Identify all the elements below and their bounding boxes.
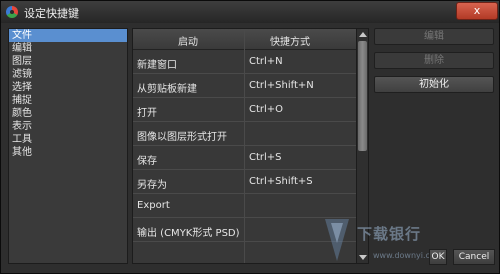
- row-action: Export: [137, 200, 170, 211]
- row-action: 图像以图层形式打开: [137, 132, 227, 143]
- row-shortcut: Ctrl+Shift+S: [249, 176, 313, 187]
- category-item-filter[interactable]: 滤镜: [9, 68, 127, 81]
- row-action: 从剪贴板新建: [137, 84, 197, 95]
- scroll-thumb[interactable]: [358, 41, 367, 151]
- category-item-file[interactable]: 文件: [9, 29, 127, 42]
- row-shortcut: Ctrl+N: [249, 56, 283, 67]
- table-row[interactable]: 另存为 Ctrl+Shift+S: [133, 170, 356, 194]
- table-row[interactable]: 图像以图层形式打开: [133, 122, 356, 146]
- row-shortcut: Ctrl+Shift+N: [249, 80, 314, 91]
- row-action: 保存: [137, 156, 157, 167]
- delete-button[interactable]: 删除: [374, 52, 494, 69]
- ok-button[interactable]: OK: [429, 249, 447, 265]
- header-action[interactable]: 启动: [178, 33, 198, 48]
- app-icon: [6, 6, 18, 18]
- category-item-snap[interactable]: 捕捉: [9, 94, 127, 107]
- table-row[interactable]: 新建窗口 Ctrl+N: [133, 50, 356, 74]
- category-list: 文件 编辑 图层 滤镜 选择 捕捉 颜色 表示 工具 其他: [8, 28, 128, 264]
- category-item-select[interactable]: 选择: [9, 81, 127, 94]
- row-action: 打开: [137, 108, 157, 119]
- row-action: 输出 (CMYK形式 PSD): [137, 228, 240, 239]
- row-action: 另存为: [137, 180, 167, 191]
- scroll-up-arrow-icon[interactable]: [359, 32, 367, 37]
- header-shortcut[interactable]: 快捷方式: [270, 33, 310, 48]
- row-shortcut: Ctrl+O: [249, 104, 284, 115]
- close-button[interactable]: x: [456, 2, 498, 20]
- category-item-layer[interactable]: 图层: [9, 55, 127, 68]
- category-item-color[interactable]: 颜色: [9, 107, 127, 120]
- table-row[interactable]: 从剪贴板新建 Ctrl+Shift+N: [133, 74, 356, 98]
- category-item-view[interactable]: 表示: [9, 120, 127, 133]
- initialize-button[interactable]: 初始化: [374, 76, 494, 93]
- window-title: 设定快捷键: [24, 7, 79, 20]
- category-item-tools[interactable]: 工具: [9, 133, 127, 146]
- category-item-edit[interactable]: 编辑: [9, 42, 127, 55]
- row-shortcut: Ctrl+S: [249, 152, 282, 163]
- table-row[interactable]: 打开 Ctrl+O: [133, 98, 356, 122]
- cancel-button[interactable]: Cancel: [453, 249, 495, 265]
- table-row[interactable]: 保存 Ctrl+S: [133, 146, 356, 170]
- title-bar: 设定快捷键 x: [1, 1, 499, 23]
- row-action: 新建窗口: [137, 60, 177, 71]
- watermark-text: 下载银行: [357, 225, 422, 243]
- shortcut-settings-dialog: 设定快捷键 x 文件 编辑 图层 滤镜 选择 捕捉 颜色 表示 工具 其他 启动…: [0, 0, 500, 274]
- edit-button[interactable]: 编辑: [374, 28, 494, 45]
- category-item-other[interactable]: 其他: [9, 146, 127, 159]
